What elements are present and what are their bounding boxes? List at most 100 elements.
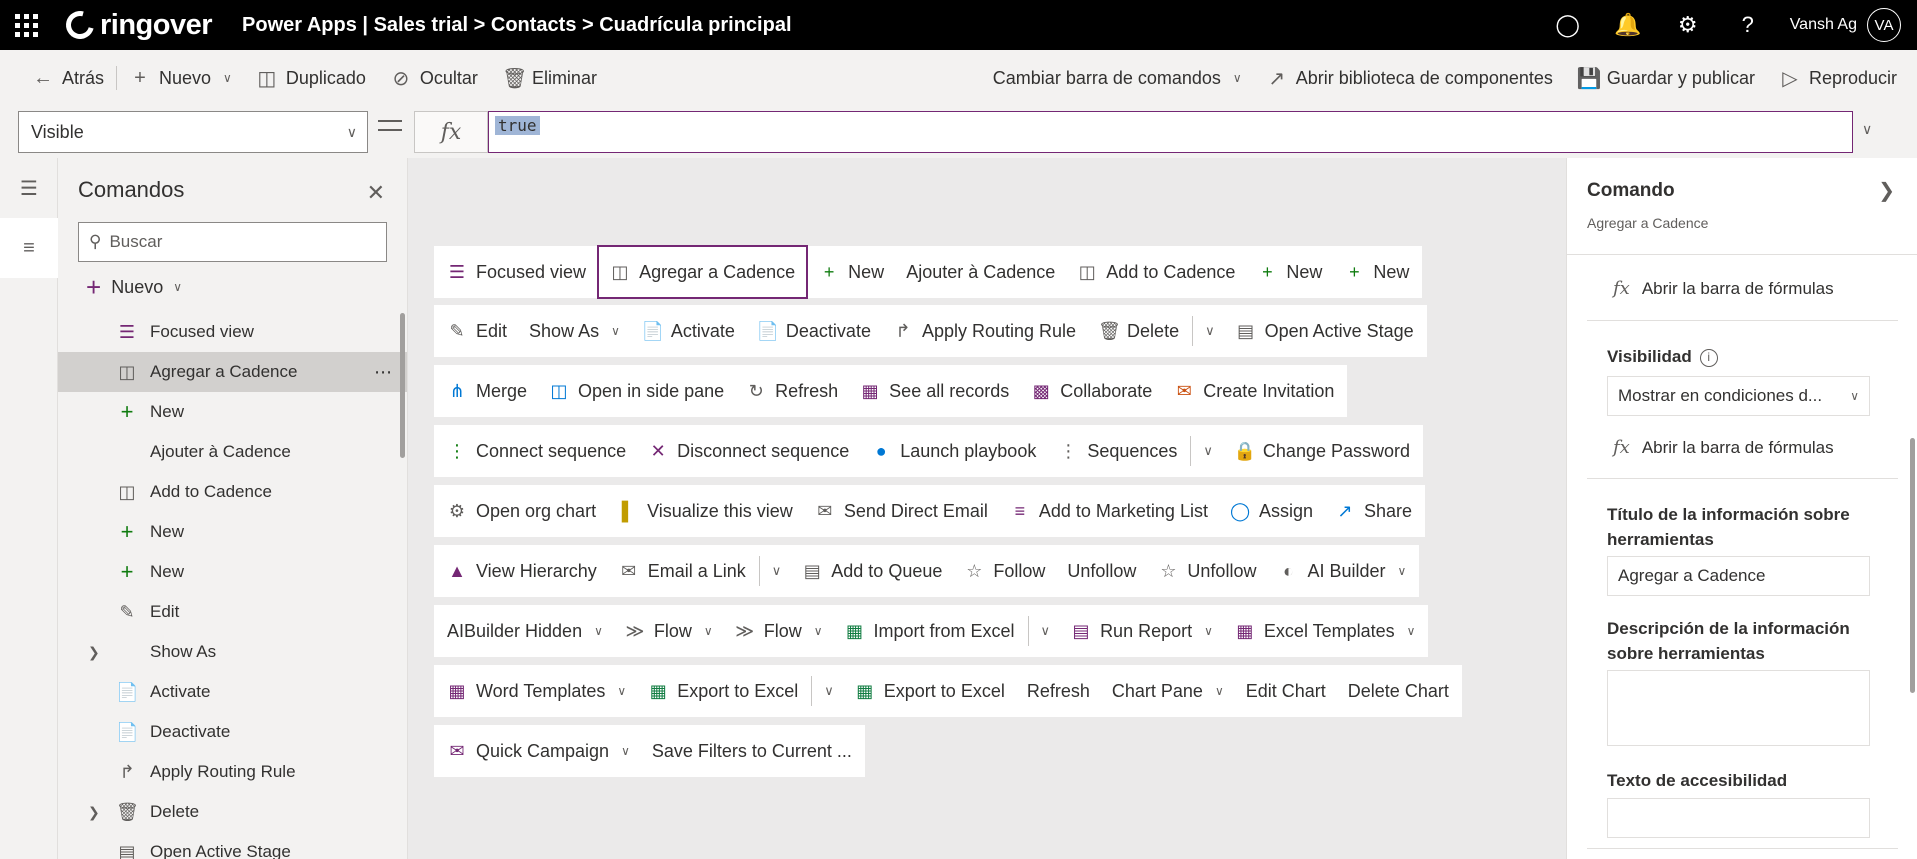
- list-item[interactable]: ▤ Open Active Stage: [58, 832, 407, 859]
- cmd-unfollow[interactable]: ☆ Unfollow: [1147, 545, 1267, 597]
- tooltip-description-textarea[interactable]: [1607, 670, 1870, 746]
- cmd-word-templates[interactable]: ▦ Word Templates ∨: [436, 665, 637, 717]
- hamburger-icon[interactable]: ☰: [0, 158, 58, 218]
- open-formula-bar-link[interactable]: fx Abrir la barra de fórmulas: [1613, 278, 1834, 299]
- help-icon[interactable]: ?: [1718, 0, 1778, 50]
- list-item[interactable]: ◫ Add to Cadence: [58, 472, 407, 512]
- cmd-disconnect-sequence[interactable]: ✕ Disconnect sequence: [637, 425, 860, 477]
- cmd-aibuilder-hidden[interactable]: AIBuilder Hidden ∨: [436, 605, 614, 657]
- cmd-chart-pane[interactable]: Chart Pane ∨: [1101, 665, 1235, 717]
- chevron-right-icon[interactable]: ❯: [88, 804, 100, 821]
- brand-logo[interactable]: ringover: [60, 5, 213, 45]
- cmd-run-report[interactable]: ▤ Run Report ∨: [1060, 605, 1224, 657]
- cmd-ajouter-a-cadence[interactable]: Ajouter à Cadence: [895, 246, 1066, 298]
- app-launcher-button[interactable]: [0, 0, 52, 50]
- cmd-assign[interactable]: ◯ Assign: [1219, 485, 1324, 537]
- cmd-deactivate[interactable]: 📄 Deactivate: [746, 305, 882, 357]
- list-item[interactable]: ❯ Show As: [58, 632, 407, 672]
- cmd-change-password[interactable]: 🔒 Change Password: [1223, 425, 1421, 477]
- formula-input[interactable]: true: [488, 111, 1853, 153]
- back-button[interactable]: ← Atrás: [20, 58, 116, 98]
- cmd-add-to-cadence[interactable]: ◫ Add to Cadence: [1066, 246, 1246, 298]
- chevron-down-icon[interactable]: ∨: [1195, 323, 1225, 339]
- close-icon[interactable]: ✕: [367, 180, 385, 206]
- cmd-connect-sequence[interactable]: ⋮ Connect sequence: [436, 425, 637, 477]
- chevron-down-icon[interactable]: ∨: [1862, 121, 1872, 138]
- chevron-right-icon[interactable]: ❯: [1878, 178, 1895, 203]
- cmd-view-hierarchy[interactable]: ▲ View Hierarchy: [436, 545, 608, 597]
- cmd-share[interactable]: ↗ Share: [1324, 485, 1423, 537]
- cmd-unfollow[interactable]: Unfollow: [1056, 545, 1147, 597]
- cmd-focused-view[interactable]: ☰ Focused view: [436, 246, 597, 298]
- list-item[interactable]: Ajouter à Cadence: [58, 432, 407, 472]
- cmd-add-to-queue[interactable]: ▤ Add to Queue: [791, 545, 953, 597]
- list-item[interactable]: ↱ Apply Routing Rule: [58, 752, 407, 792]
- cmd-send-direct-email[interactable]: ✉ Send Direct Email: [804, 485, 999, 537]
- cmd-flow[interactable]: ≫ Flow ∨: [614, 605, 724, 657]
- play-button[interactable]: ▷ Reproducir: [1767, 58, 1909, 98]
- scrollbar[interactable]: [400, 313, 405, 458]
- tree-view-icon[interactable]: ≡: [0, 218, 58, 278]
- cmd-agregar-a-cadence[interactable]: ◫ Agregar a Cadence: [597, 245, 809, 299]
- cmd-open-in-side-pane[interactable]: ◫ Open in side pane: [538, 365, 735, 417]
- save-publish-button[interactable]: 💾 Guardar y publicar: [1565, 58, 1767, 98]
- scrollbar[interactable]: [1910, 438, 1915, 693]
- cmd-excel-templates[interactable]: ▦ Excel Templates ∨: [1224, 605, 1427, 657]
- cmd-save-filters[interactable]: Save Filters to Current ...: [641, 725, 863, 777]
- cmd-new[interactable]: + New: [1246, 246, 1333, 298]
- cmd-edit-chart[interactable]: Edit Chart: [1235, 665, 1337, 717]
- cmd-refresh[interactable]: ↻ Refresh: [735, 365, 849, 417]
- change-command-bar-button[interactable]: Cambiar barra de comandos ∨: [981, 58, 1254, 98]
- tree-new-button[interactable]: + Nuevo ∨: [58, 262, 407, 312]
- cmd-create-invitation[interactable]: ✉ Create Invitation: [1163, 365, 1345, 417]
- cmd-import-from-excel[interactable]: ▦ Import from Excel: [834, 605, 1026, 657]
- cmd-export-to-excel[interactable]: ▦ Export to Excel: [637, 665, 809, 717]
- cmd-quick-campaign[interactable]: ✉ Quick Campaign ∨: [436, 725, 641, 777]
- cmd-see-all-records[interactable]: ▦ See all records: [849, 365, 1020, 417]
- cmd-open-org-chart[interactable]: ⚙ Open org chart: [436, 485, 607, 537]
- cmd-email-a-link[interactable]: ✉ Email a Link: [608, 545, 757, 597]
- cmd-new[interactable]: + New: [808, 246, 895, 298]
- visibility-dropdown[interactable]: Mostrar en condiciones d... ∨: [1607, 376, 1870, 416]
- duplicate-button[interactable]: ◫ Duplicado: [244, 58, 378, 98]
- avatar[interactable]: VA: [1867, 8, 1901, 42]
- list-item[interactable]: 📄 Deactivate: [58, 712, 407, 752]
- cmd-launch-playbook[interactable]: ● Launch playbook: [860, 425, 1047, 477]
- chevron-down-icon[interactable]: ∨: [762, 563, 792, 579]
- tooltip-title-input[interactable]: Agregar a Cadence: [1607, 556, 1870, 596]
- list-item[interactable]: + New: [58, 512, 407, 552]
- property-select[interactable]: Visible ∨: [18, 111, 368, 153]
- cmd-export-to-excel[interactable]: ▦ Export to Excel: [844, 665, 1016, 717]
- user-name[interactable]: Vansh Ag: [1790, 16, 1857, 34]
- search-input[interactable]: ⚲ Buscar: [78, 222, 387, 262]
- info-icon[interactable]: i: [1699, 348, 1718, 367]
- more-options-icon[interactable]: ⋯: [374, 362, 393, 383]
- list-item[interactable]: ☰ Focused view: [58, 312, 407, 352]
- chevron-down-icon[interactable]: ∨: [1031, 623, 1061, 639]
- cmd-refresh[interactable]: Refresh: [1016, 665, 1101, 717]
- cmd-follow[interactable]: ☆ Follow: [953, 545, 1056, 597]
- list-item[interactable]: 📄 Activate: [58, 672, 407, 712]
- cmd-sequences[interactable]: ⋮ Sequences: [1047, 425, 1188, 477]
- fx-icon[interactable]: fx: [414, 111, 488, 153]
- list-item[interactable]: + New: [58, 392, 407, 432]
- list-item[interactable]: + New: [58, 552, 407, 592]
- cmd-flow[interactable]: ≫ Flow ∨: [724, 605, 834, 657]
- cmd-ai-builder[interactable]: ◐ AI Builder ∨: [1267, 545, 1417, 597]
- cmd-merge[interactable]: ⋔ Merge: [436, 365, 538, 417]
- cmd-new[interactable]: + New: [1333, 246, 1420, 298]
- chevron-down-icon[interactable]: ∨: [814, 683, 844, 699]
- list-item[interactable]: ❯ 🗑 Delete: [58, 792, 407, 832]
- cmd-open-active-stage[interactable]: ▤ Open Active Stage: [1225, 305, 1425, 357]
- list-item[interactable]: ◫ Agregar a Cadence ⋯: [58, 352, 407, 392]
- new-button[interactable]: + Nuevo ∨: [117, 58, 244, 98]
- open-component-library-button[interactable]: ↗ Abrir biblioteca de componentes: [1254, 58, 1565, 98]
- chevron-down-icon[interactable]: ∨: [1193, 443, 1223, 459]
- cmd-apply-routing-rule[interactable]: ↱ Apply Routing Rule: [882, 305, 1087, 357]
- cmd-add-to-marketing-list[interactable]: ≡ Add to Marketing List: [999, 485, 1219, 537]
- hide-button[interactable]: ⊘ Ocultar: [378, 58, 490, 98]
- delete-button[interactable]: 🗑 Eliminar: [490, 58, 609, 98]
- chevron-right-icon[interactable]: ❯: [88, 644, 100, 661]
- list-item[interactable]: ✎ Edit: [58, 592, 407, 632]
- cmd-show-as[interactable]: Show As ∨: [518, 305, 631, 357]
